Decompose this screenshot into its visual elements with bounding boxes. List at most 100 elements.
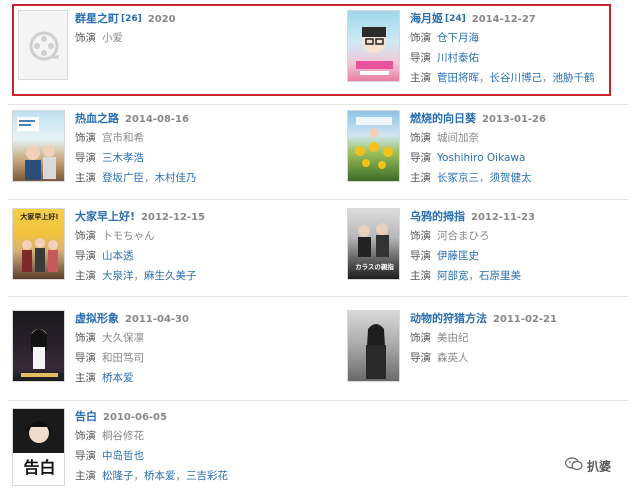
voice-label: 饰演 — [410, 32, 431, 44]
film-item: 告白 告白 2010-06-05 饰演 桐谷修花 导演 中岛哲也 主演 松隆子，桥本爱，… — [12, 408, 312, 494]
lead-actor[interactable]: 木村佳乃 — [155, 172, 197, 184]
voice-label: 饰演 — [75, 132, 96, 144]
film-poster[interactable] — [347, 10, 400, 82]
lead-actor[interactable]: 须贺健太 — [490, 172, 532, 184]
director-name[interactable]: Yoshihiro Oikawa — [437, 152, 525, 164]
film-item: 大家早上好! 大家早上好! 2012-12-15 饰演 卜モちゃん 导演 山本透 主演… — [12, 208, 312, 294]
watermark: 扒婆 — [564, 455, 612, 478]
row-divider — [8, 400, 628, 401]
film-date: 2014-12-27 — [471, 14, 536, 25]
voice-role: 河合まひろ — [437, 230, 490, 242]
film-date: 2014-08-16 — [125, 114, 189, 125]
reference-mark[interactable]: [24] — [445, 14, 466, 24]
lead-label: 主演 — [410, 270, 431, 282]
voice-role: 城间加奈 — [437, 132, 479, 144]
voice-role: 桐谷修花 — [102, 430, 144, 442]
film-title[interactable]: 群星之町 — [75, 12, 119, 25]
film-date: 2011-02-21 — [493, 314, 557, 325]
film-date: 2013-01-26 — [482, 114, 546, 125]
director-label: 导演 — [410, 352, 431, 364]
lead-label: 主演 — [75, 470, 96, 482]
lead-label: 主演 — [410, 172, 431, 184]
lead-actor[interactable]: 松隆子 — [102, 470, 134, 482]
poster-text: カラスの親指 — [355, 263, 394, 271]
film-date: 2011-04-30 — [125, 314, 189, 325]
director-name[interactable]: 山本透 — [102, 250, 134, 262]
film-poster[interactable]: 告白 — [12, 408, 65, 486]
director-label: 导演 — [75, 152, 96, 164]
film-poster[interactable]: カラスの親指 — [347, 208, 400, 280]
lead-actor[interactable]: 长冢京三 — [437, 172, 479, 184]
film-item: 虚拟形象 2011-04-30 饰演 大久保凛 导演 和田笃司 主演 桥本爱 — [12, 310, 312, 396]
film-item: 群星之町 [26] 2020 饰演 小爱 — [12, 10, 312, 96]
voice-role: 宫市和希 — [102, 132, 144, 144]
film-title[interactable]: 热血之路 — [75, 112, 119, 125]
lead-actor[interactable]: 池胁千鹤 — [553, 72, 595, 84]
lead-actor[interactable]: 阿部宽 — [437, 270, 469, 282]
lead-actor[interactable]: 登坂广臣 — [102, 172, 144, 184]
film-title[interactable]: 海月姬 — [410, 12, 443, 25]
voice-role: 美由纪 — [437, 332, 469, 344]
director-label: 导演 — [75, 450, 96, 462]
lead-actor[interactable]: 菅田将晖 — [437, 72, 479, 84]
director-name[interactable]: 三木孝浩 — [102, 152, 144, 164]
lead-label: 主演 — [410, 72, 431, 84]
lead-actor[interactable]: 大泉洋 — [102, 270, 134, 282]
film-date: 2010-06-05 — [103, 412, 167, 423]
film-poster[interactable] — [347, 310, 400, 382]
lead-actor[interactable]: 麻生久美子 — [144, 270, 197, 282]
director-name: 森英人 — [437, 352, 469, 364]
voice-role: 卜モちゃん — [102, 230, 155, 242]
film-poster[interactable] — [12, 310, 65, 382]
watermark-text: 扒婆 — [587, 459, 612, 474]
voice-label: 饰演 — [75, 430, 96, 442]
film-title[interactable]: 大家早上好! — [75, 210, 135, 223]
director-label: 导演 — [410, 250, 431, 262]
director-name[interactable]: 伊藤匡史 — [437, 250, 479, 262]
voice-label: 饰演 — [75, 332, 96, 344]
reference-mark[interactable]: [26] — [121, 14, 142, 24]
film-date: 2020 — [147, 14, 176, 25]
director-name: 和田笃司 — [102, 352, 144, 364]
lead-actor[interactable]: 石原里美 — [479, 270, 521, 282]
film-item: 动物的狩猎方法 2011-02-21 饰演 美由纪 导演 森英人 — [347, 310, 640, 396]
lead-actor[interactable]: 桥本爱 — [144, 470, 176, 482]
director-label: 导演 — [410, 52, 431, 64]
lead-actor[interactable]: 长谷川博己 — [490, 72, 543, 84]
voice-label: 饰演 — [410, 332, 431, 344]
voice-label: 饰演 — [75, 32, 96, 44]
row-divider — [8, 296, 628, 297]
director-name[interactable]: 中岛哲也 — [102, 450, 144, 462]
film-date: 2012-12-15 — [141, 212, 205, 223]
film-title[interactable]: 燃烧的向日葵 — [410, 112, 476, 125]
film-reel-icon — [29, 31, 59, 61]
film-poster[interactable] — [12, 110, 65, 182]
director-label: 导演 — [75, 250, 96, 262]
lead-label: 主演 — [75, 270, 96, 282]
director-name[interactable]: 川村泰佑 — [437, 52, 479, 64]
film-item: カラスの親指 乌鸦的拇指 2012-11-23 饰演 河合まひろ 导演 伊藤匡史 主演… — [347, 208, 640, 294]
poster-text: 告白 — [23, 458, 56, 477]
film-item: 热血之路 2014-08-16 饰演 宫市和希 导演 三木孝浩 主演 登坂广臣，木村佳乃 — [12, 110, 312, 196]
poster-placeholder[interactable] — [18, 10, 68, 80]
film-title[interactable]: 虚拟形象 — [75, 312, 119, 325]
lead-actor[interactable]: 桥本爱 — [102, 372, 134, 384]
film-item: 海月姬 [24] 2014-12-27 饰演 仓下月海 导演 川村泰佑 主演 菅田将晖，长… — [347, 10, 640, 96]
lead-label: 主演 — [75, 172, 96, 184]
film-date: 2012-11-23 — [471, 212, 535, 223]
film-poster[interactable]: 大家早上好! — [12, 208, 65, 280]
row-divider — [8, 104, 628, 105]
film-title[interactable]: 乌鸦的拇指 — [410, 210, 465, 223]
film-title[interactable]: 动物的狩猎方法 — [410, 312, 487, 325]
voice-role[interactable]: 仓下月海 — [437, 32, 479, 44]
voice-label: 饰演 — [410, 132, 431, 144]
wechat-icon — [564, 456, 583, 478]
lead-actor[interactable]: 三吉彩花 — [186, 470, 228, 482]
film-poster[interactable] — [347, 110, 400, 182]
director-label: 导演 — [75, 352, 96, 364]
film-title[interactable]: 告白 — [75, 410, 97, 423]
film-item: 燃烧的向日葵 2013-01-26 饰演 城间加奈 导演 Yoshihiro Oika… — [347, 110, 640, 196]
voice-role: 大久保凛 — [102, 332, 144, 344]
voice-label: 饰演 — [410, 230, 431, 242]
voice-label: 饰演 — [75, 230, 96, 242]
